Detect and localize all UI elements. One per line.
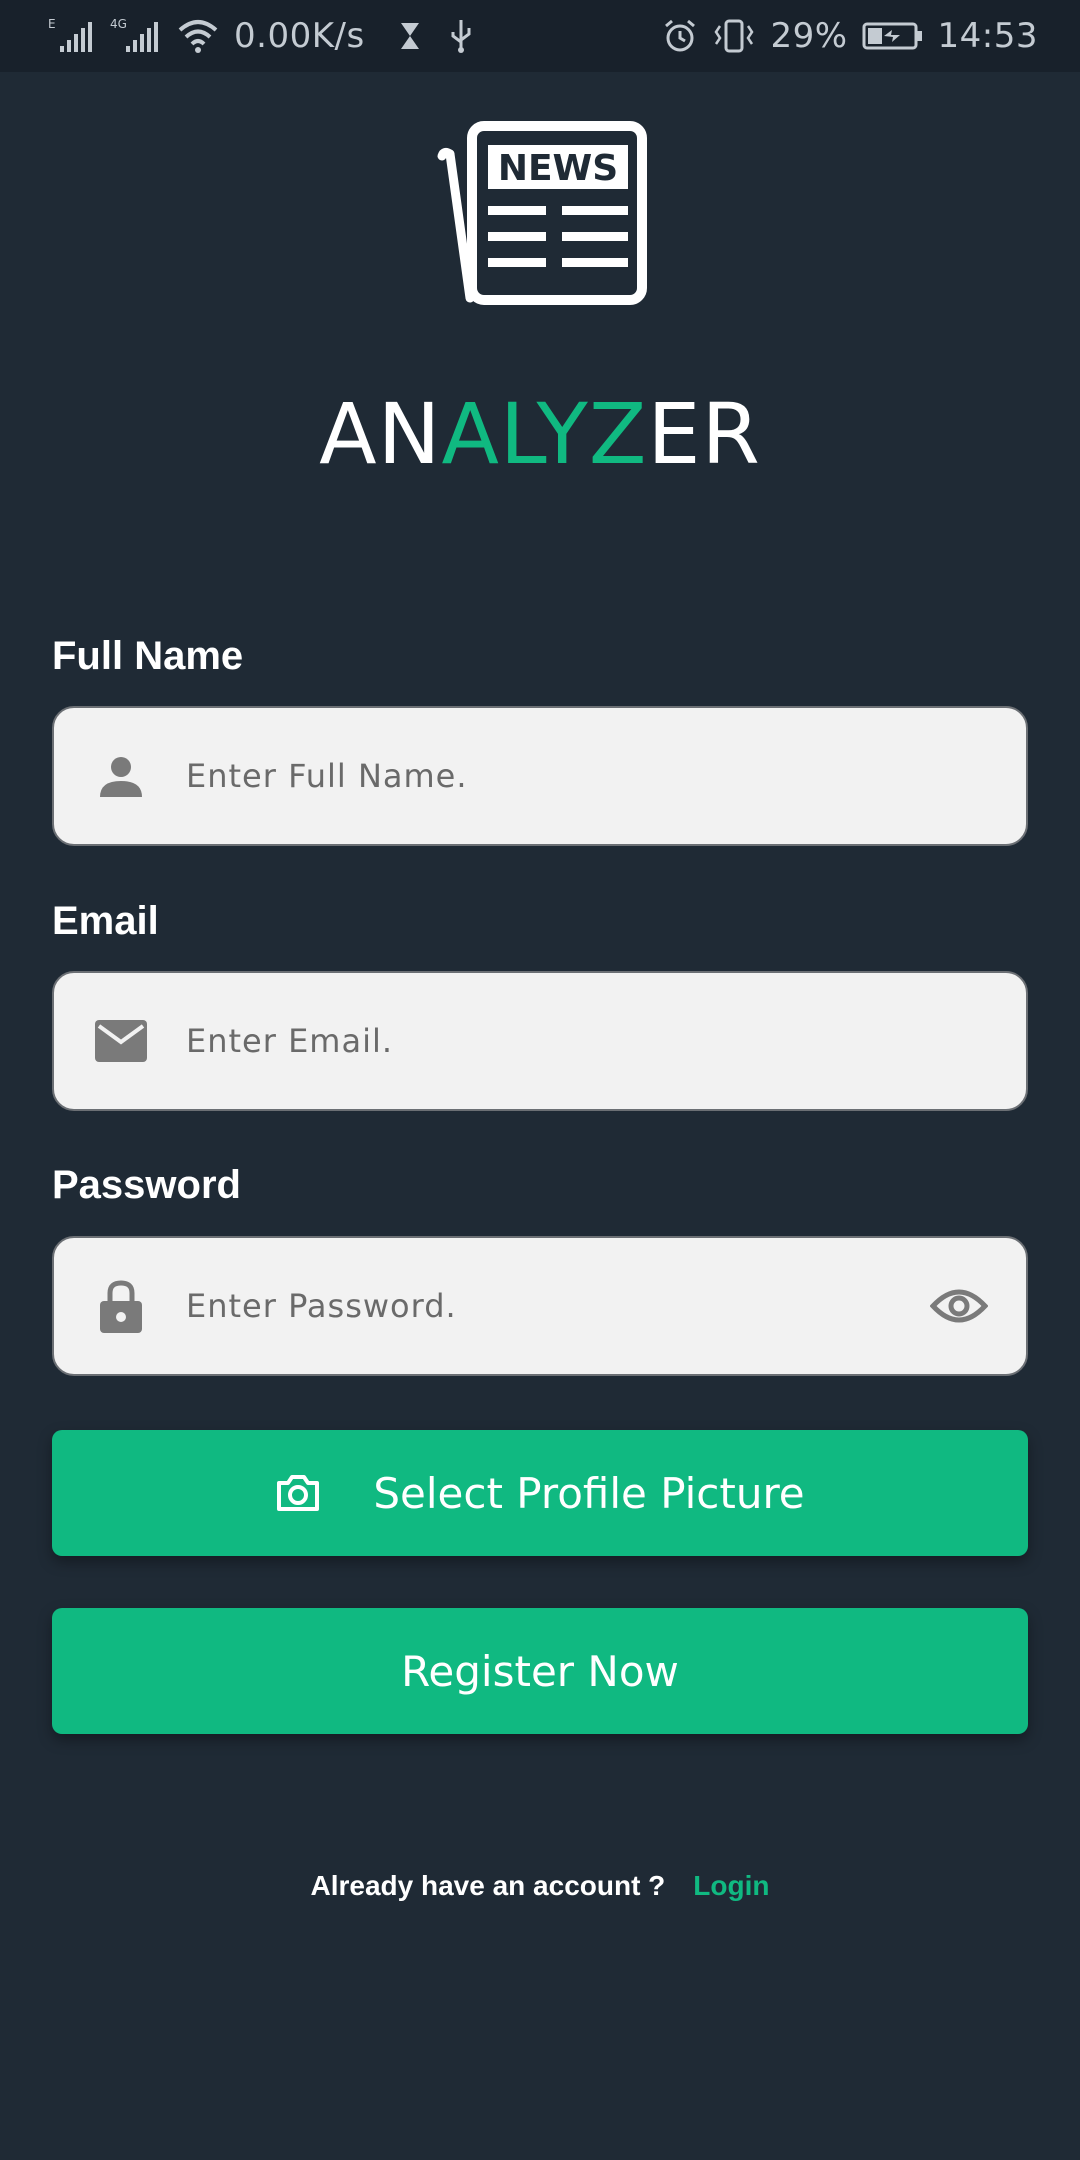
svg-text:NEWS: NEWS <box>498 148 618 189</box>
alarm-icon <box>662 18 698 54</box>
email-label: Email <box>52 899 159 943</box>
login-prompt: Already have an account ? Login <box>0 1870 1080 1902</box>
email-field[interactable] <box>52 971 1028 1111</box>
app-title-part3: ER <box>647 385 761 483</box>
svg-text:E: E <box>48 17 56 31</box>
camera-icon <box>275 1473 321 1513</box>
status-left: E 4G 0.00K/s <box>48 16 473 56</box>
battery-percent: 29% <box>770 16 848 56</box>
app-title-part1: AN <box>319 385 442 483</box>
mail-icon <box>76 1020 166 1062</box>
lock-icon <box>76 1279 166 1333</box>
full-name-label: Full Name <box>52 634 244 678</box>
status-right: 29% 14:53 <box>662 16 1038 56</box>
app-title-part2: ALYZ <box>441 385 648 483</box>
register-button[interactable]: Register Now <box>52 1608 1028 1734</box>
usb-icon <box>449 18 473 54</box>
full-name-field[interactable] <box>52 706 1028 846</box>
hourglass-icon <box>399 21 421 51</box>
clock: 14:53 <box>937 16 1038 56</box>
person-icon <box>76 753 166 799</box>
status-bar: E 4G 0.00K/s 29% 14:53 <box>0 0 1080 72</box>
register-label: Register Now <box>401 1646 679 1696</box>
network-speed: 0.00K/s <box>234 16 365 56</box>
newspaper-logo-icon: NEWS <box>430 120 650 310</box>
password-field[interactable] <box>52 1236 1028 1376</box>
eye-icon[interactable] <box>914 1286 1004 1326</box>
password-input[interactable] <box>186 1238 914 1374</box>
battery-icon <box>862 20 924 52</box>
login-question: Already have an account ? <box>310 1870 666 1901</box>
svg-text:4G: 4G <box>110 17 127 31</box>
full-name-input[interactable] <box>186 708 1026 844</box>
vibrate-icon <box>712 18 756 54</box>
signal-4g-icon: 4G <box>110 16 162 56</box>
select-profile-picture-button[interactable]: Select Profile Picture <box>52 1430 1028 1556</box>
app-title: ANALYZER <box>0 385 1080 483</box>
email-input[interactable] <box>186 973 1026 1109</box>
password-label: Password <box>52 1163 241 1207</box>
wifi-icon <box>176 16 220 56</box>
login-link[interactable]: Login <box>693 1870 769 1902</box>
signal-icon: E <box>48 16 96 56</box>
select-profile-picture-label: Select Profile Picture <box>373 1468 805 1518</box>
